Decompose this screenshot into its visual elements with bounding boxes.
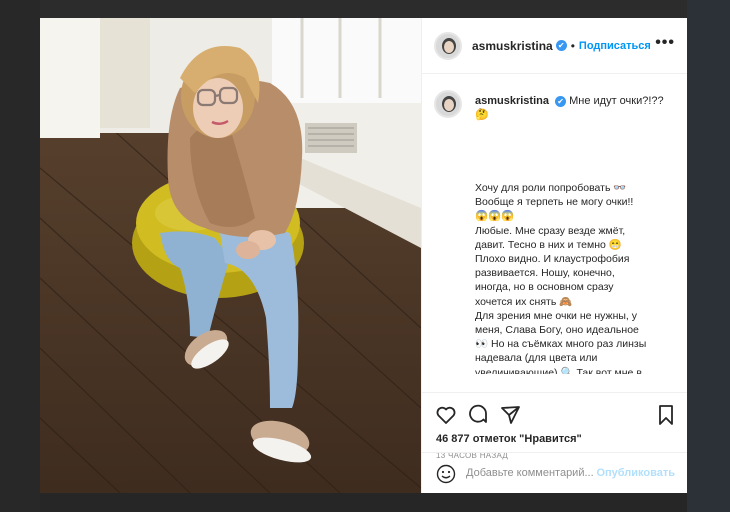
comment-icon[interactable] <box>466 403 490 427</box>
likes-count[interactable]: 46 877 отметок "Нравится" <box>436 433 582 445</box>
post-header: asmuskristina ✔ • Подписаться ••• <box>422 18 687 74</box>
avatar[interactable] <box>434 31 462 60</box>
caption-header: asmuskristina ✔ Мне идут очки?!?? 🤔 <box>475 94 675 122</box>
caption-emoji: 🤔 <box>475 109 489 121</box>
bookmark-icon[interactable] <box>654 403 678 427</box>
comment-input[interactable]: Добавьте комментарий... <box>466 467 594 479</box>
post-photo[interactable] <box>40 18 421 493</box>
more-options-icon[interactable]: ••• <box>655 35 675 51</box>
caption-username[interactable]: asmuskristina <box>475 95 549 107</box>
username-link[interactable]: asmuskristina <box>472 39 553 53</box>
heart-icon[interactable] <box>434 403 458 427</box>
likes-label: отметок "Нравится" <box>472 433 582 445</box>
caption-area: asmuskristina ✔ Мне идут очки?!?? 🤔 Хочу… <box>422 74 687 374</box>
publish-button[interactable]: Опубликовать <box>596 467 675 479</box>
share-icon[interactable] <box>498 403 522 427</box>
post-side-panel: asmuskristina ✔ • Подписаться ••• asmusk… <box>421 18 687 493</box>
separator-dot: • <box>570 38 575 53</box>
caption-title: Мне идут очки?!?? <box>569 95 664 107</box>
verified-icon: ✔ <box>555 96 567 107</box>
follow-button[interactable]: Подписаться <box>579 40 651 52</box>
smile-icon[interactable] <box>436 464 456 484</box>
post-photo-image <box>40 18 421 493</box>
verified-icon: ✔ <box>555 40 567 51</box>
post-modal: asmuskristina ✔ • Подписаться ••• asmusk… <box>40 18 687 493</box>
likes-number: 46 877 <box>436 433 470 445</box>
caption-text: Хочу для роли попробовать 👓 Вообще я тер… <box>475 182 647 374</box>
comment-bar: Добавьте комментарий... Опубликовать <box>422 452 687 494</box>
caption-avatar[interactable] <box>434 90 462 118</box>
